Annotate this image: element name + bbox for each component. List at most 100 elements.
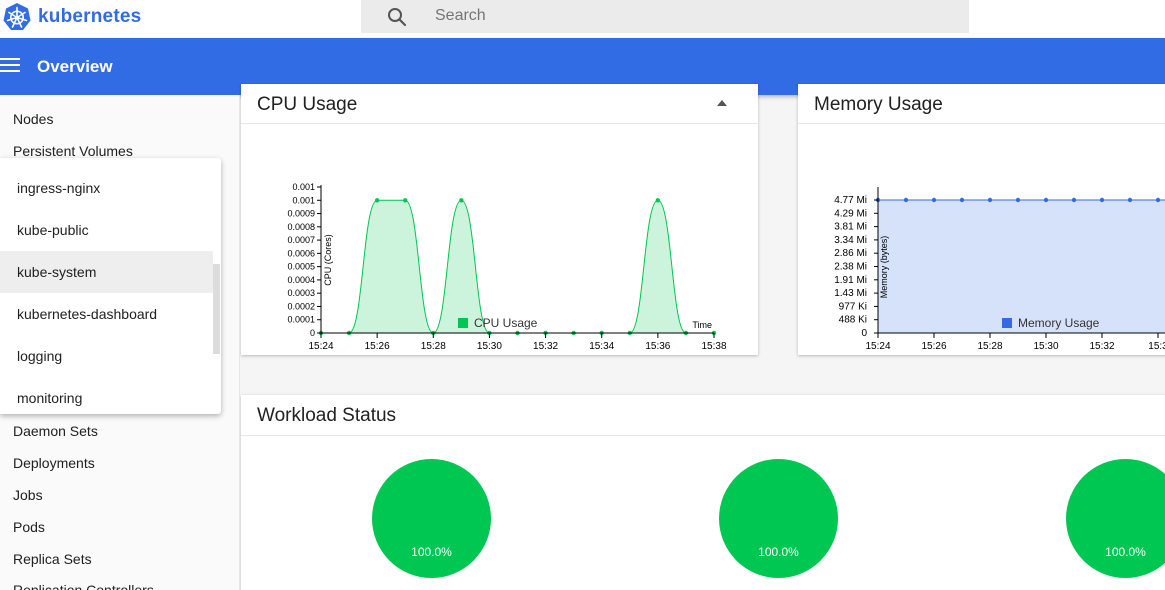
memory-y-tick-label: 2.86 Mi (834, 248, 867, 259)
cpu-y-tick-label: 0.0003 (287, 288, 315, 298)
memory-chart-plot: 0 488 Ki 977 Ki 1.43 Mi 1.91 Mi 2.38 Mi 2.86 M… (834, 187, 1165, 352)
cpu-data-point (403, 198, 408, 203)
memory-y-tick-label: 3.34 Mi (834, 235, 867, 246)
memory-x-tick-label: 15:26 (921, 341, 946, 352)
memory-data-point (1099, 197, 1105, 203)
memory-card-title: Memory Usage (814, 94, 943, 115)
memory-data-point (1043, 197, 1049, 203)
cpu-data-point (459, 198, 464, 203)
workload-donut-chart[interactable]: 100.0% (372, 459, 491, 578)
memory-y-tick-label: 4.29 Mi (834, 208, 867, 219)
workload-donut-chart[interactable]: 100.0% (719, 459, 838, 578)
memory-y-tick-label: 1.43 Mi (834, 288, 867, 299)
hamburger-menu-icon[interactable] (0, 58, 20, 74)
kubernetes-wheel-icon (3, 3, 31, 30)
memory-y-tick-label: 977 Ki (839, 301, 867, 312)
cpu-x-tick-label: 15:32 (533, 341, 558, 352)
memory-usage-chart: 0 488 Ki 977 Ki 1.43 Mi 1.91 Mi 2.38 Mi 2.86 M… (834, 187, 1165, 352)
sidebar-item-nodes[interactable]: Nodes (13, 111, 53, 127)
cpu-data-point (655, 198, 661, 203)
workload-status-card: Workload Status 100.0% 100.0% 100.0% (241, 395, 1165, 590)
page-title: Overview (37, 57, 113, 76)
cpu-x-tick-label: 15:38 (701, 341, 726, 352)
namespace-option[interactable]: kube-system (0, 251, 213, 293)
cpu-y-tick-label: 0.0007 (287, 235, 315, 245)
cpu-y-tick-label: 0.0008 (287, 222, 315, 232)
sidebar-item-pods[interactable]: Pods (13, 519, 45, 535)
cpu-card-title: CPU Usage (257, 94, 358, 115)
cpu-y-tick-label: 0.0002 (287, 301, 315, 311)
sidebar-item-persistent-volumes[interactable]: Persistent Volumes (13, 143, 133, 159)
namespace-option[interactable]: ingress-nginx (0, 167, 213, 209)
namespace-dropdown-menu: ingress-nginx kube-public kube-system ku… (0, 158, 221, 414)
sidebar-item-deployments[interactable]: Deployments (13, 455, 95, 471)
cpu-x-tick-label: 15:30 (477, 341, 502, 352)
cpu-y-tick-label: 0 (310, 328, 315, 338)
cpu-y-tick-label: 0.001 (292, 195, 315, 205)
dropdown-scrollbar[interactable] (213, 264, 220, 354)
memory-x-tick-label: 15:30 (1033, 341, 1058, 352)
workload-donut-chart[interactable]: 100.0% (1066, 459, 1165, 578)
memory-y-tick-label: 2.38 Mi (834, 262, 867, 273)
top-bar: kubernetes (0, 0, 1165, 38)
donut-percent: 100.0% (1105, 545, 1146, 559)
memory-data-point (987, 197, 993, 203)
sidebar-item-replication-controllers[interactable]: Replication Controllers (13, 582, 154, 590)
namespace-option[interactable]: monitoring (0, 377, 213, 414)
memory-y-tick-label: 4.77 Mi (834, 195, 867, 206)
sidebar-item-replica-sets[interactable]: Replica Sets (13, 551, 92, 567)
memory-x-tick-label: 15:28 (977, 341, 1002, 352)
cpu-usage-card: CPU Usage 0 0.0001 0.0002 0.0003 0.0004 0.000… (241, 84, 758, 355)
cpu-y-tick-label: 0.0006 (287, 248, 315, 258)
cpu-x-tick-label: 15:26 (365, 341, 390, 352)
kubernetes-logo[interactable]: kubernetes (2, 2, 141, 32)
search-icon[interactable] (385, 5, 409, 29)
legend-swatch-cpu (458, 318, 468, 328)
cpu-area-fill (321, 200, 714, 333)
memory-y-tick-label: 0 (861, 328, 867, 339)
memory-y-axis-label: Memory (bytes) (879, 236, 889, 299)
cpu-chart-legend: CPU Usage (458, 316, 537, 330)
memory-x-tick-label: 15:32 (1089, 341, 1114, 352)
cpu-x-tick-label: 15:28 (421, 341, 446, 352)
sidebar-item-daemon-sets[interactable]: Daemon Sets (13, 423, 98, 439)
legend-label-cpu: CPU Usage (474, 316, 538, 330)
cpu-data-point (374, 198, 380, 203)
memory-chart-legend: Memory Usage (1002, 316, 1099, 330)
memory-data-point (903, 197, 909, 203)
memory-usage-card: Memory Usage 0 488 Ki 977 Ki 1.43 Mi 1.91 Mi… (798, 84, 1165, 355)
memory-data-point (1015, 197, 1021, 203)
memory-y-tick-label: 1.91 Mi (834, 275, 867, 286)
memory-x-tick-label: 15:3 (1148, 341, 1165, 352)
legend-swatch-memory (1002, 318, 1012, 328)
namespace-option[interactable]: kubernetes-dashboard (0, 293, 213, 335)
namespace-option[interactable]: kube-public (0, 209, 213, 251)
namespace-option[interactable]: logging (0, 335, 213, 377)
memory-data-point (1155, 197, 1161, 203)
cpu-x-tick-label: 15:24 (308, 341, 333, 352)
cpu-y-tick-label: 0.0009 (287, 209, 315, 219)
legend-label-memory: Memory Usage (1018, 316, 1100, 330)
search-input[interactable] (435, 5, 935, 27)
memory-data-point (959, 197, 965, 203)
search-bar[interactable] (361, 0, 969, 33)
donut-percent: 100.0% (758, 545, 799, 559)
app-name: kubernetes (38, 6, 142, 27)
sidebar-item-jobs[interactable]: Jobs (13, 487, 43, 503)
cpu-y-axis-label: CPU (Cores) (323, 234, 333, 286)
memory-y-tick-label: 3.81 Mi (834, 222, 867, 233)
memory-data-point (1127, 197, 1133, 203)
memory-data-point (1071, 197, 1077, 203)
memory-y-tick-label: 488 Ki (839, 315, 867, 326)
cpu-x-axis-label: Time (692, 320, 712, 330)
collapse-icon[interactable] (717, 100, 727, 106)
cpu-y-tick-label: 0.001 (292, 182, 315, 192)
memory-data-point (931, 197, 937, 203)
cpu-y-tick-label: 0.0001 (287, 315, 315, 325)
memory-x-tick-label: 15:24 (865, 341, 890, 352)
cpu-y-tick-label: 0.0005 (287, 262, 315, 272)
donut-percent: 100.0% (411, 545, 452, 559)
cpu-x-tick-label: 15:34 (589, 341, 614, 352)
cpu-x-tick-label: 15:36 (645, 341, 670, 352)
memory-area-fill (878, 200, 1165, 333)
